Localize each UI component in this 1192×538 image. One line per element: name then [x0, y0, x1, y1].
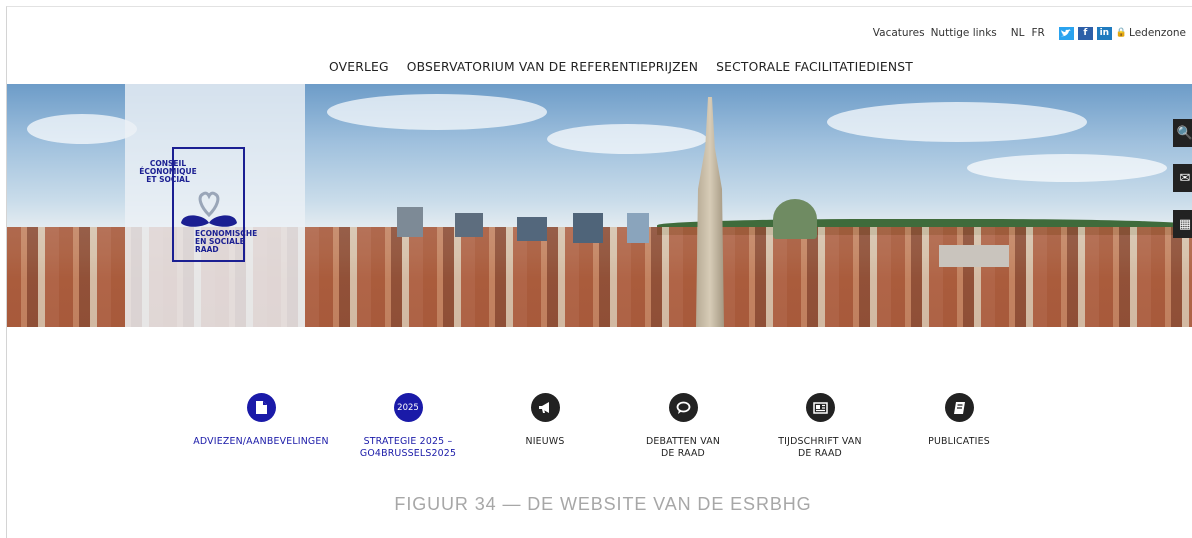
- nav-item-facilitatiedienst[interactable]: SECTORALE FACILITATIEDIENST: [716, 60, 913, 74]
- building: [573, 213, 603, 243]
- building: [627, 213, 649, 243]
- basilica-dome: [773, 199, 817, 239]
- tile-nieuws[interactable]: NIEUWS: [475, 393, 615, 448]
- nav-item-observatorium[interactable]: OBSERVATORIUM VAN DE REFERENTIEPRIJZEN: [407, 60, 698, 74]
- useful-links-link[interactable]: Nuttige links: [931, 27, 997, 39]
- strategy-2025-icon: 2025: [393, 393, 423, 422]
- tile-strategie[interactable]: 2025 STRATEGIE 2025 – GO4BRUSSELS2025: [338, 393, 478, 460]
- building: [455, 213, 483, 237]
- cloud-shape: [27, 114, 137, 144]
- tile-label: PUBLICATIES: [928, 436, 990, 447]
- building: [939, 245, 1009, 267]
- newspaper-icon: [805, 393, 835, 422]
- logo-text-nl: ECONOMISCHE EN SOCIALE RAAD: [195, 229, 258, 254]
- cloud-shape: [547, 124, 707, 154]
- logo-text-fr: CONSEIL ÉCONOMIQUE ET SOCIAL: [139, 159, 197, 184]
- building: [517, 217, 547, 241]
- speech-bubble-icon: [668, 393, 698, 422]
- tile-tijdschrift[interactable]: TIJDSCHRIFT VAN DE RAAD: [750, 393, 890, 460]
- website-frame: Vacatures Nuttige links NL FR f in 🔒 Led…: [6, 6, 1192, 538]
- badge-text: 2025: [397, 402, 419, 413]
- book-icon: [944, 393, 974, 422]
- facebook-icon[interactable]: f: [1077, 26, 1093, 40]
- vacatures-link[interactable]: Vacatures: [873, 27, 925, 39]
- logo-heart-icon[interactable]: [177, 189, 241, 229]
- cloud-shape: [967, 154, 1167, 182]
- main-navigation: OVERLEG OBSERVATORIUM VAN DE REFERENTIEP…: [329, 60, 931, 74]
- figure-caption: FIGUUR 34 — DE WEBSITE VAN DE ESRBHG: [394, 494, 812, 514]
- document-icon: [246, 393, 276, 422]
- twitter-icon[interactable]: [1058, 26, 1074, 40]
- search-icon[interactable]: 🔍: [1173, 119, 1192, 147]
- megaphone-icon: [530, 393, 560, 422]
- lang-fr-link[interactable]: FR: [1031, 27, 1044, 39]
- tile-label: TIJDSCHRIFT VAN DE RAAD: [778, 436, 862, 459]
- lang-nl-link[interactable]: NL: [1011, 27, 1025, 39]
- tile-label: DEBATTEN VAN DE RAAD: [645, 436, 721, 459]
- members-zone-link[interactable]: Ledenzone: [1129, 27, 1186, 39]
- mail-icon[interactable]: ✉: [1173, 164, 1192, 192]
- tile-label: STRATEGIE 2025 – GO4BRUSSELS2025: [359, 436, 457, 459]
- linkedin-icon[interactable]: in: [1096, 26, 1112, 40]
- lock-icon: 🔒: [1115, 28, 1128, 38]
- tile-label: ADVIEZEN/AANBEVELINGEN: [193, 436, 329, 447]
- tile-adviezen[interactable]: ADVIEZEN/AANBEVELINGEN: [191, 393, 331, 448]
- cloud-shape: [327, 94, 547, 130]
- utility-bar: Vacatures Nuttige links NL FR f in 🔒 Led…: [873, 25, 1192, 41]
- tile-debatten[interactable]: DEBATTEN VAN DE RAAD: [613, 393, 753, 460]
- cloud-shape: [827, 102, 1087, 142]
- calendar-icon[interactable]: ▦: [1173, 210, 1192, 238]
- tile-label: NIEUWS: [525, 436, 565, 447]
- tile-publicaties[interactable]: PUBLICATIES: [889, 393, 1029, 448]
- nav-item-overleg[interactable]: OVERLEG: [329, 60, 389, 74]
- building: [397, 207, 423, 237]
